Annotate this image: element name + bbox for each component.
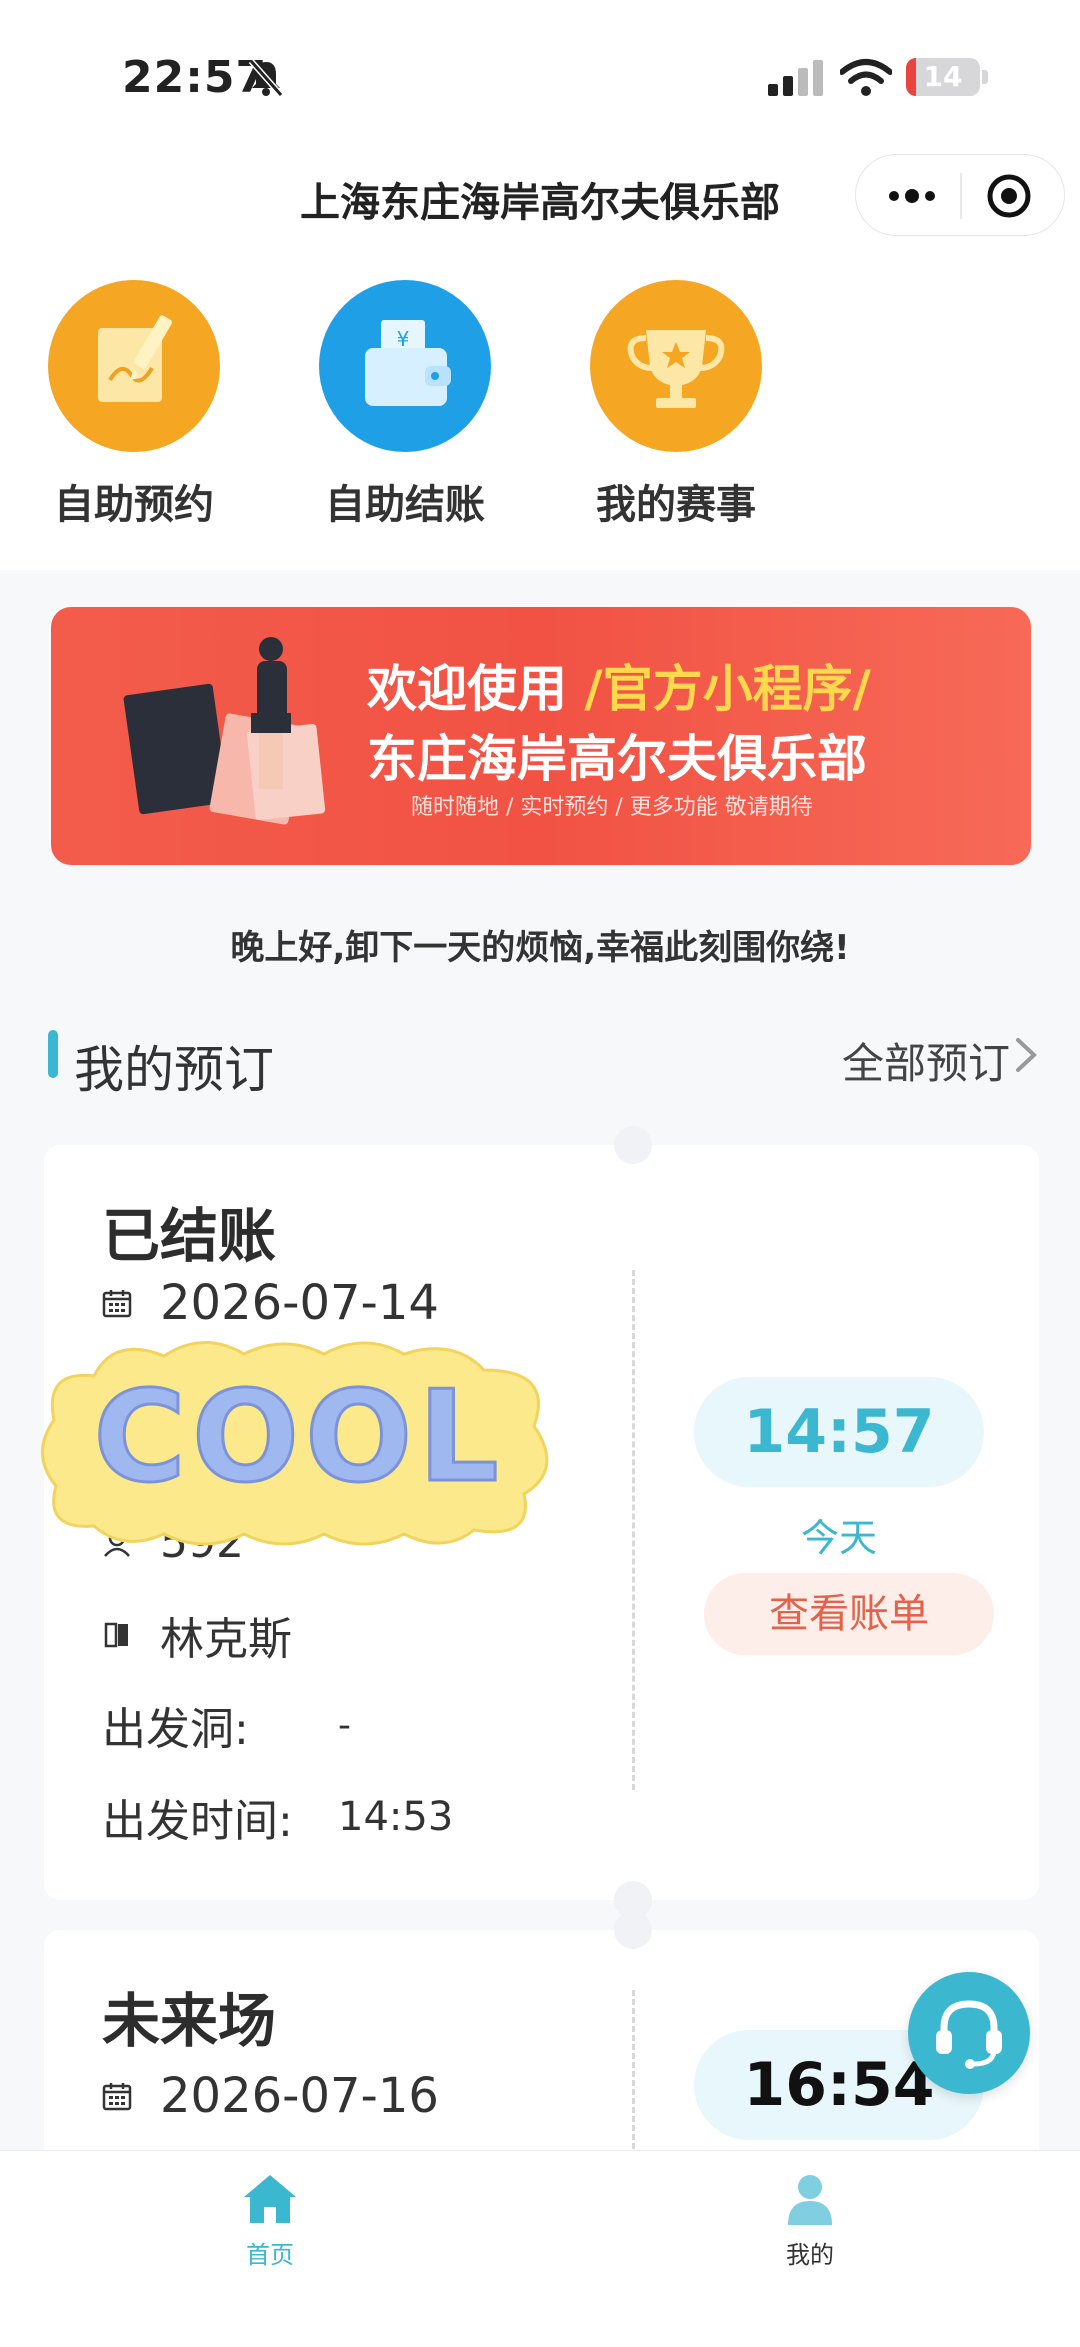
- profile-icon: [788, 2175, 832, 2225]
- customer-service-button[interactable]: [908, 1972, 1030, 2094]
- self-booking-button[interactable]: 自助预约: [34, 280, 234, 540]
- more-icon[interactable]: [884, 181, 940, 211]
- booking-time: 14:57: [694, 1377, 984, 1487]
- view-bill-button[interactable]: 查看账单: [704, 1573, 994, 1655]
- svg-text:¥: ¥: [397, 327, 410, 351]
- close-miniapp-icon[interactable]: [986, 173, 1032, 219]
- edit-pen-icon: [48, 280, 220, 452]
- calendar-icon: [102, 1290, 132, 1318]
- banner-headline-prefix: 欢迎使用: [367, 660, 567, 718]
- battery-indicator: 14: [906, 58, 980, 96]
- section-title: 我的预订: [74, 1041, 274, 1099]
- signal-icon: [768, 60, 823, 96]
- my-events-button[interactable]: 我的赛事: [576, 280, 776, 540]
- all-bookings-link[interactable]: 全部预订: [842, 1030, 1010, 1091]
- booking-status: 未来场: [102, 1987, 277, 2055]
- booking-date-row: 2026-07-14: [102, 1275, 439, 1331]
- action-label: 我的赛事: [596, 482, 756, 528]
- booking-status: 已结账: [102, 1202, 277, 1270]
- booking-date: 2026-07-14: [160, 1275, 439, 1331]
- booking-day: 今天: [800, 1516, 877, 1560]
- calendar-icon: [102, 2083, 132, 2111]
- tee-hole-value: -: [338, 1704, 351, 1746]
- tee-hole-row: 出发洞: -: [102, 1693, 351, 1757]
- action-label: 自助预约: [54, 482, 214, 528]
- banner-tagline: 随时随地 / 实时预约 / 更多功能 敬请期待: [411, 795, 813, 820]
- nav-bar: 上海东庄海岸高尔夫俱乐部: [0, 150, 1080, 250]
- bell-muted-icon: [248, 59, 284, 97]
- banner-club-name: 东庄海岸高尔夫俱乐部: [367, 730, 867, 788]
- tab-profile[interactable]: 我的: [710, 2151, 910, 2270]
- tab-home[interactable]: 首页: [170, 2151, 370, 2270]
- booking-date-row: 2026-07-16: [102, 2068, 439, 2124]
- tab-label: 首页: [246, 2241, 294, 2269]
- greeting-text: 晚上好,卸下一天的烦恼,幸福此刻围你绕!: [230, 928, 850, 968]
- self-checkout-button[interactable]: ¥ 自助结账: [305, 280, 505, 540]
- wallet-icon: ¥: [319, 280, 491, 452]
- capsule-divider: [960, 173, 962, 219]
- banner-headline: 欢迎使用 /官方小程序/: [367, 649, 871, 721]
- trophy-icon: [590, 280, 762, 452]
- sticker-text: COOL: [94, 1363, 505, 1510]
- status-time: 22:57: [122, 52, 268, 103]
- cool-sticker: COOL: [41, 1341, 549, 1546]
- battery-value: 14: [923, 60, 963, 93]
- wifi-icon: [840, 59, 892, 96]
- banner-headline-highlight: /官方小程序/: [584, 660, 871, 718]
- battery-tip: [982, 70, 988, 84]
- tee-time-value: 14:53: [338, 1794, 454, 1840]
- banner-illustration: [123, 637, 326, 825]
- ticket-divider: [632, 1270, 635, 1790]
- chevron-right-icon[interactable]: [1014, 1036, 1038, 1074]
- ticket-notch: [614, 1126, 652, 1164]
- miniapp-capsule: [855, 154, 1065, 236]
- status-bar: 22:57 14: [0, 0, 1080, 150]
- booking-course: 林克斯: [160, 1614, 292, 1665]
- tee-time-label: 出发时间:: [102, 1796, 293, 1847]
- tab-bar: 首页 我的: [0, 2150, 1080, 2347]
- booking-date: 2026-07-16: [160, 2068, 439, 2124]
- tee-hole-label: 出发洞:: [102, 1704, 249, 1755]
- headset-icon: [936, 2000, 1002, 2069]
- booking-course-row: 林克斯: [102, 1603, 292, 1667]
- ticket-notch: [614, 1911, 652, 1949]
- tee-time-row: 出发时间: 14:53: [102, 1785, 453, 1849]
- section-accent-bar: [48, 1030, 58, 1078]
- promo-banner[interactable]: 欢迎使用 /官方小程序/ 东庄海岸高尔夫俱乐部 随时随地 / 实时预约 / 更多…: [51, 607, 1031, 865]
- home-icon: [244, 2175, 296, 2223]
- course-icon: [104, 1622, 128, 1648]
- tab-label: 我的: [786, 2241, 834, 2269]
- action-label: 自助结账: [325, 482, 485, 528]
